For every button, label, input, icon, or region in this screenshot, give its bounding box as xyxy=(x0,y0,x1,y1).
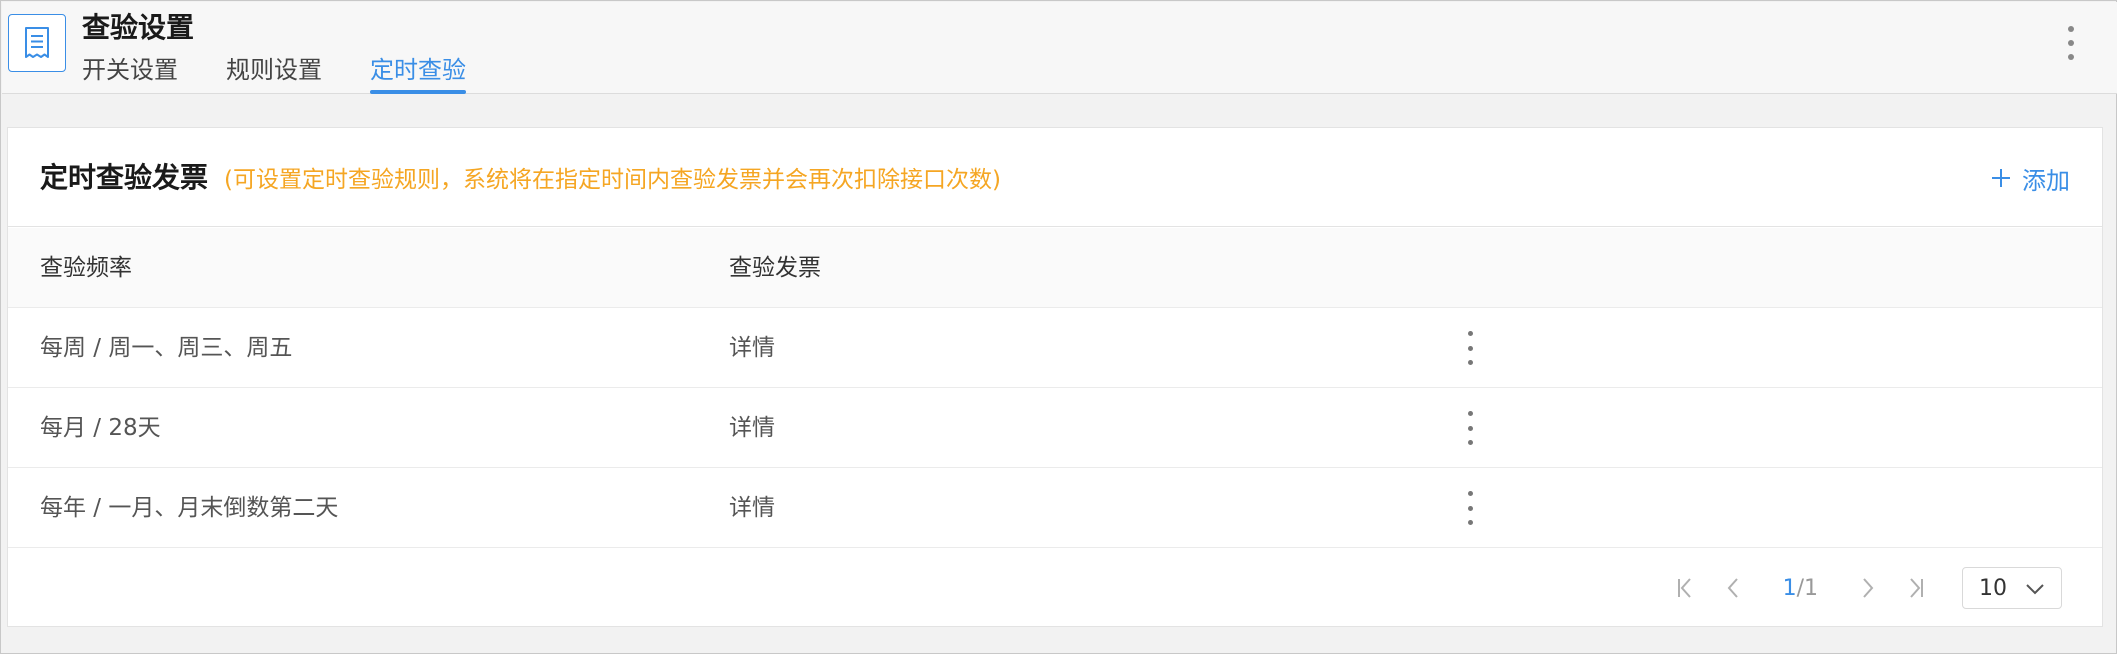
dot xyxy=(1467,520,1473,525)
dot xyxy=(1467,440,1473,445)
add-button-label: 添加 xyxy=(2022,166,2070,195)
tab-bar: 开关设置 规则设置 定时查验 xyxy=(82,54,514,94)
app-frame: 查验设置 开关设置 规则设置 定时查验 定时查验发票 (可设置定时查验规则，系统… xyxy=(0,0,2117,654)
table-row: 每周 / 周一、周三、周五 详情 xyxy=(8,308,2102,388)
more-vertical-icon[interactable] xyxy=(1460,411,1480,445)
dot xyxy=(2068,26,2074,32)
invoice-detail-link[interactable]: 详情 xyxy=(729,468,775,548)
card-hint: (可设置定时查验规则，系统将在指定时间内查验发票并会再次扣除接口次数) xyxy=(224,167,1001,193)
page-size-value: 10 xyxy=(1979,575,2007,601)
plus-icon xyxy=(1990,167,2012,189)
frequency-cell: 每周 / 周一、周三、周五 xyxy=(40,335,293,361)
chevron-right-icon[interactable] xyxy=(1844,566,1892,610)
last-page-icon[interactable] xyxy=(1892,566,1940,610)
column-header-invoice: 查验发票 xyxy=(729,255,821,281)
rules-table: 查验频率 查验发票 每周 / 周一、周三、周五 详情 每月 / 28天 详情 每… xyxy=(8,228,2102,548)
receipt-icon xyxy=(8,14,66,72)
add-button[interactable]: 添加 xyxy=(1990,160,2070,196)
more-vertical-icon[interactable] xyxy=(1460,331,1480,365)
table-header-row: 查验频率 查验发票 xyxy=(8,228,2102,308)
dot xyxy=(2068,54,2074,60)
current-page: 1 xyxy=(1782,575,1797,601)
page-header: 查验设置 开关设置 规则设置 定时查验 xyxy=(2,2,2117,94)
tab-rule-settings[interactable]: 规则设置 xyxy=(226,54,322,94)
dot xyxy=(1467,505,1473,511)
invoice-detail-link[interactable]: 详情 xyxy=(729,388,775,468)
dot xyxy=(1467,411,1473,416)
card-title: 定时查验发票 xyxy=(40,161,209,194)
column-header-frequency: 查验频率 xyxy=(40,255,132,281)
dot xyxy=(1467,425,1473,431)
page-title: 查验设置 xyxy=(82,11,195,44)
dot xyxy=(1467,491,1473,496)
page-indicator: 1/1 xyxy=(1783,576,1818,601)
dot xyxy=(1467,360,1473,365)
card-header: 定时查验发票 (可设置定时查验规则，系统将在指定时间内查验发票并会再次扣除接口次… xyxy=(8,128,2102,227)
more-vertical-icon[interactable] xyxy=(2061,26,2081,60)
frequency-cell: 每月 / 28天 xyxy=(40,415,161,441)
dot xyxy=(1467,331,1473,336)
chevron-left-icon[interactable] xyxy=(1709,566,1757,610)
dot xyxy=(2068,40,2074,46)
tab-switch-settings[interactable]: 开关设置 xyxy=(82,54,178,94)
chevron-down-icon xyxy=(2025,576,2045,601)
table-row: 每年 / 一月、月末倒数第二天 详情 xyxy=(8,468,2102,548)
more-vertical-icon[interactable] xyxy=(1460,491,1480,525)
pagination: 1/1 10 xyxy=(1661,566,2062,610)
dot xyxy=(1467,345,1473,351)
page-size-select[interactable]: 10 xyxy=(1962,567,2062,609)
frequency-cell: 每年 / 一月、月末倒数第二天 xyxy=(40,495,339,521)
first-page-icon[interactable] xyxy=(1661,566,1709,610)
tab-scheduled-check[interactable]: 定时查验 xyxy=(370,54,466,94)
table-row: 每月 / 28天 详情 xyxy=(8,388,2102,468)
scheduled-check-card: 定时查验发票 (可设置定时查验规则，系统将在指定时间内查验发票并会再次扣除接口次… xyxy=(7,127,2103,627)
total-pages: /1 xyxy=(1796,575,1818,601)
invoice-detail-link[interactable]: 详情 xyxy=(729,308,775,388)
